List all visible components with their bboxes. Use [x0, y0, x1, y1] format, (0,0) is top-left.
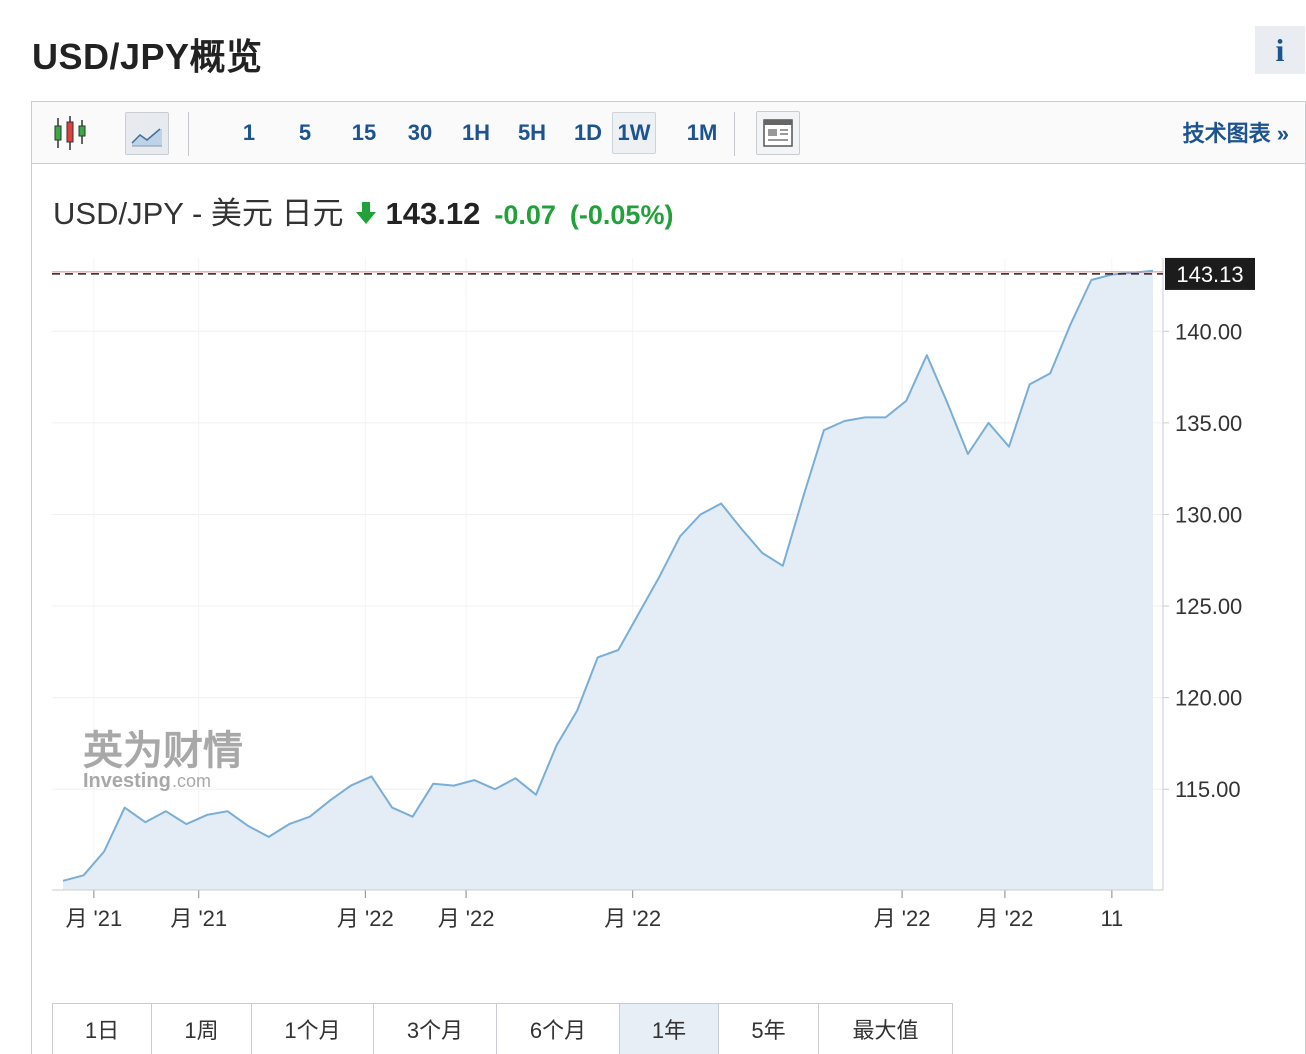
data-point: [185, 823, 187, 825]
x-tick-label: 11: [1100, 906, 1123, 931]
data-point: [679, 535, 681, 537]
x-tick-label: 月 '22: [337, 906, 394, 931]
x-tick-label: 月 '21: [170, 906, 227, 931]
data-point: [987, 422, 989, 424]
y-tick-label: 125.00: [1175, 594, 1242, 619]
data-point: [884, 416, 886, 418]
data-point: [1028, 383, 1030, 385]
data-point: [597, 656, 599, 658]
data-point: [267, 836, 269, 838]
data-point: [617, 649, 619, 651]
data-point: [123, 806, 125, 808]
data-point: [514, 777, 516, 779]
x-tick-label: 月 '22: [874, 906, 931, 931]
data-point: [864, 416, 866, 418]
data-point: [350, 784, 352, 786]
data-point: [823, 429, 825, 431]
y-tick-label: 115.00: [1175, 777, 1241, 802]
data-point: [165, 810, 167, 812]
data-point: [926, 354, 928, 356]
price-area: [63, 270, 1153, 890]
data-point: [1049, 372, 1051, 374]
data-point: [309, 816, 311, 818]
x-tick-label: 月 '22: [604, 906, 661, 931]
data-point: [82, 874, 84, 876]
data-point: [720, 502, 722, 504]
last-price-label: 143.13: [1176, 262, 1243, 287]
data-point: [843, 420, 845, 422]
data-point: [247, 825, 249, 827]
range-button-1[interactable]: 1周: [152, 1004, 252, 1054]
y-tick-label: 130.00: [1175, 502, 1242, 527]
y-tick-label: 140.00: [1175, 319, 1242, 344]
data-point: [62, 880, 64, 882]
data-point: [761, 552, 763, 554]
watermark-en: Investing: [83, 770, 171, 792]
watermark-suffix: .com: [172, 771, 211, 791]
data-point: [144, 821, 146, 823]
data-point: [473, 779, 475, 781]
data-point: [1090, 279, 1092, 281]
data-point: [103, 850, 105, 852]
range-button-2[interactable]: 1个月: [252, 1004, 374, 1054]
data-point: [411, 816, 413, 818]
data-point: [946, 402, 948, 404]
range-button-0[interactable]: 1日: [53, 1004, 152, 1054]
data-point: [1008, 445, 1010, 447]
data-point: [555, 744, 557, 746]
data-point: [391, 806, 393, 808]
data-point: [453, 784, 455, 786]
x-tick-label: 月 '22: [438, 906, 495, 931]
data-point: [535, 794, 537, 796]
data-point: [288, 823, 290, 825]
x-tick-label: 月 '22: [977, 906, 1034, 931]
x-tick-label: 月 '21: [65, 906, 122, 931]
data-point: [576, 709, 578, 711]
data-point: [905, 400, 907, 402]
data-point: [370, 775, 372, 777]
data-point: [638, 612, 640, 614]
data-point: [740, 528, 742, 530]
y-tick-label: 120.00: [1175, 686, 1242, 711]
range-button-7[interactable]: 最大值: [819, 1004, 952, 1054]
data-point: [206, 814, 208, 816]
data-point: [967, 453, 969, 455]
data-point: [494, 788, 496, 790]
data-point: [699, 513, 701, 515]
data-point: [802, 495, 804, 497]
range-button-3[interactable]: 3个月: [374, 1004, 497, 1054]
time-range-selector: 1日 1周 1个月 3个月 6个月 1年 5年 最大值: [52, 1003, 953, 1054]
y-tick-label: 135.00: [1175, 411, 1242, 436]
data-point: [432, 783, 434, 785]
data-point: [329, 799, 331, 801]
data-point: [1070, 323, 1072, 325]
range-button-6[interactable]: 5年: [719, 1004, 819, 1054]
data-point: [658, 576, 660, 578]
range-button-5[interactable]: 1年: [620, 1004, 719, 1054]
price-chart[interactable]: 115.00 120.00 125.00 130.00 135.00 140.00 月 '2…: [0, 0, 1306, 1000]
range-button-4[interactable]: 6个月: [497, 1004, 620, 1054]
watermark-cn: 英为财情: [83, 728, 243, 774]
data-point: [226, 810, 228, 812]
data-point: [782, 565, 784, 567]
